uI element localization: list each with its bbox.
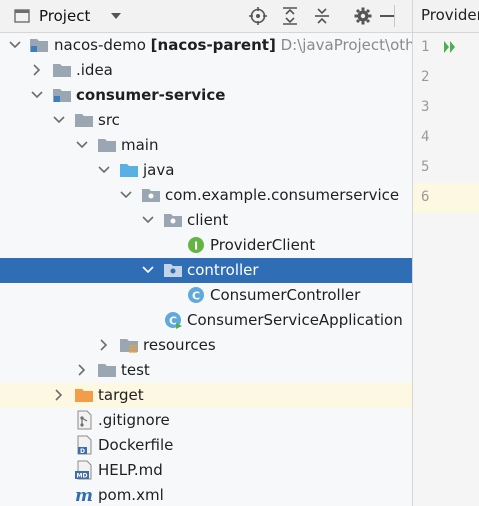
tree-label-src: src bbox=[98, 111, 120, 129]
tree-node-resources[interactable]: resources bbox=[0, 333, 412, 358]
gitignore-file-icon bbox=[74, 410, 94, 430]
tree-node-controller[interactable]: controller bbox=[0, 258, 412, 283]
chevron-down-icon[interactable] bbox=[141, 212, 155, 228]
line-number: 3 bbox=[421, 99, 430, 115]
tree-node-pom[interactable]: m pom.xml bbox=[0, 483, 412, 506]
root-project-name: nacos-demo bbox=[54, 36, 146, 54]
root-module-name: [nacos-parent] bbox=[150, 36, 276, 54]
tree-node-nacos-demo[interactable]: nacos-demo [nacos-parent] D:\javaProject… bbox=[0, 33, 412, 58]
chevron-right-icon[interactable] bbox=[30, 62, 44, 78]
tree-node-main[interactable]: main bbox=[0, 133, 412, 158]
tree-label-package: com.example.consumerservice bbox=[165, 186, 400, 204]
tree-label-dockerfile: Dockerfile bbox=[98, 436, 174, 454]
tree-node-idea[interactable]: .idea bbox=[0, 58, 412, 83]
line-number: 1 bbox=[421, 39, 430, 55]
chevron-down-icon[interactable] bbox=[97, 162, 111, 178]
line-number: 5 bbox=[421, 159, 430, 175]
tree-label-idea: .idea bbox=[76, 61, 113, 79]
tree-label-target: target bbox=[98, 386, 144, 404]
locate-file-icon[interactable] bbox=[247, 0, 269, 32]
chevron-right-icon[interactable] bbox=[52, 387, 66, 403]
tree-node-consumer-controller[interactable]: C ConsumerController bbox=[0, 283, 412, 308]
source-folder-icon bbox=[119, 160, 139, 180]
tree-label-client: client bbox=[187, 211, 229, 229]
module-folder-icon bbox=[52, 85, 72, 105]
class-icon: C bbox=[186, 285, 206, 305]
tree-node-java[interactable]: java bbox=[0, 158, 412, 183]
project-toolbar: Project bbox=[0, 0, 412, 33]
editor-tab-label: ProviderClient.java bbox=[421, 6, 479, 24]
chevron-down-icon[interactable] bbox=[108, 0, 124, 32]
project-view-icon[interactable] bbox=[12, 0, 32, 32]
svg-text:m: m bbox=[75, 486, 93, 505]
line-number: 6 bbox=[421, 189, 430, 205]
folder-icon bbox=[52, 60, 72, 80]
chevron-down-icon[interactable] bbox=[8, 37, 22, 53]
editor-tab[interactable]: ProviderClient.java bbox=[413, 0, 479, 33]
tree-node-src[interactable]: src bbox=[0, 108, 412, 133]
project-view-title[interactable]: Project bbox=[39, 0, 90, 32]
interface-icon: I bbox=[186, 235, 206, 255]
tree-label-test: test bbox=[121, 361, 150, 379]
gear-icon[interactable] bbox=[352, 0, 374, 32]
run-gutter-icon[interactable] bbox=[443, 39, 457, 59]
module-folder-icon bbox=[29, 35, 49, 55]
folder-icon bbox=[74, 110, 94, 130]
tree-node-target[interactable]: target bbox=[0, 383, 412, 408]
dockerfile-icon: D bbox=[74, 435, 94, 455]
chevron-right-icon[interactable] bbox=[75, 362, 89, 378]
tree-label-consumer-service: consumer-service bbox=[76, 86, 226, 104]
tree-label-resources: resources bbox=[143, 336, 216, 354]
tree-node-client[interactable]: client bbox=[0, 208, 412, 233]
svg-text:C: C bbox=[169, 315, 177, 328]
chevron-down-icon[interactable] bbox=[119, 187, 133, 203]
folder-icon bbox=[97, 135, 117, 155]
expand-all-icon[interactable] bbox=[279, 0, 301, 32]
chevron-down-icon[interactable] bbox=[30, 87, 44, 103]
tree-label-gitignore: .gitignore bbox=[98, 411, 170, 429]
minimize-icon[interactable] bbox=[378, 0, 396, 32]
spring-boot-class-icon: C bbox=[163, 310, 183, 330]
tree-label-main: main bbox=[121, 136, 159, 154]
chevron-down-icon[interactable] bbox=[75, 137, 89, 153]
resources-folder-icon bbox=[119, 335, 139, 355]
tree-node-consumer-service[interactable]: consumer-service bbox=[0, 83, 412, 108]
tree-label-pom: pom.xml bbox=[98, 486, 164, 504]
tree-label-application: ConsumerServiceApplication bbox=[187, 311, 403, 329]
svg-text:D: D bbox=[80, 448, 85, 455]
markdown-file-icon: MD bbox=[74, 460, 94, 480]
tree-node-gitignore[interactable]: .gitignore bbox=[0, 408, 412, 433]
tree-node-dockerfile[interactable]: D Dockerfile bbox=[0, 433, 412, 458]
line-number: 2 bbox=[421, 69, 430, 85]
tree-node-application[interactable]: C ConsumerServiceApplication bbox=[0, 308, 412, 333]
tree-node-provider-client[interactable]: I ProviderClient bbox=[0, 233, 412, 258]
package-icon bbox=[163, 260, 183, 280]
tree-label-controller: controller bbox=[187, 261, 259, 279]
collapse-all-icon[interactable] bbox=[311, 0, 333, 32]
tree-label-consumer-controller: ConsumerController bbox=[210, 286, 361, 304]
excluded-folder-icon bbox=[74, 385, 94, 405]
tree-node-test[interactable]: test bbox=[0, 358, 412, 383]
tree-label-help: HELP.md bbox=[98, 461, 163, 479]
chevron-right-icon[interactable] bbox=[97, 337, 111, 353]
tree-node-help[interactable]: MD HELP.md bbox=[0, 458, 412, 483]
svg-text:MD: MD bbox=[77, 473, 88, 480]
tree-node-package[interactable]: com.example.consumerservice bbox=[0, 183, 412, 208]
folder-icon bbox=[97, 360, 117, 380]
package-icon bbox=[141, 185, 161, 205]
svg-text:I: I bbox=[194, 240, 198, 253]
line-number: 4 bbox=[421, 129, 430, 145]
editor-gutter: 1 2 3 4 5 6 bbox=[413, 33, 479, 506]
svg-text:C: C bbox=[192, 290, 200, 303]
tree-label-provider-client: ProviderClient bbox=[210, 236, 316, 254]
root-project-path: D:\javaProject\other bbox=[280, 36, 412, 54]
package-icon bbox=[163, 210, 183, 230]
chevron-down-icon[interactable] bbox=[141, 262, 155, 278]
maven-file-icon: m bbox=[74, 485, 94, 506]
chevron-down-icon[interactable] bbox=[52, 112, 66, 128]
project-panel: Project nacos-demo [nacos-parent] D:\jav… bbox=[0, 0, 412, 506]
tree-label-java: java bbox=[143, 161, 175, 179]
editor-panel: ProviderClient.java 1 2 3 4 5 6 bbox=[412, 0, 479, 506]
